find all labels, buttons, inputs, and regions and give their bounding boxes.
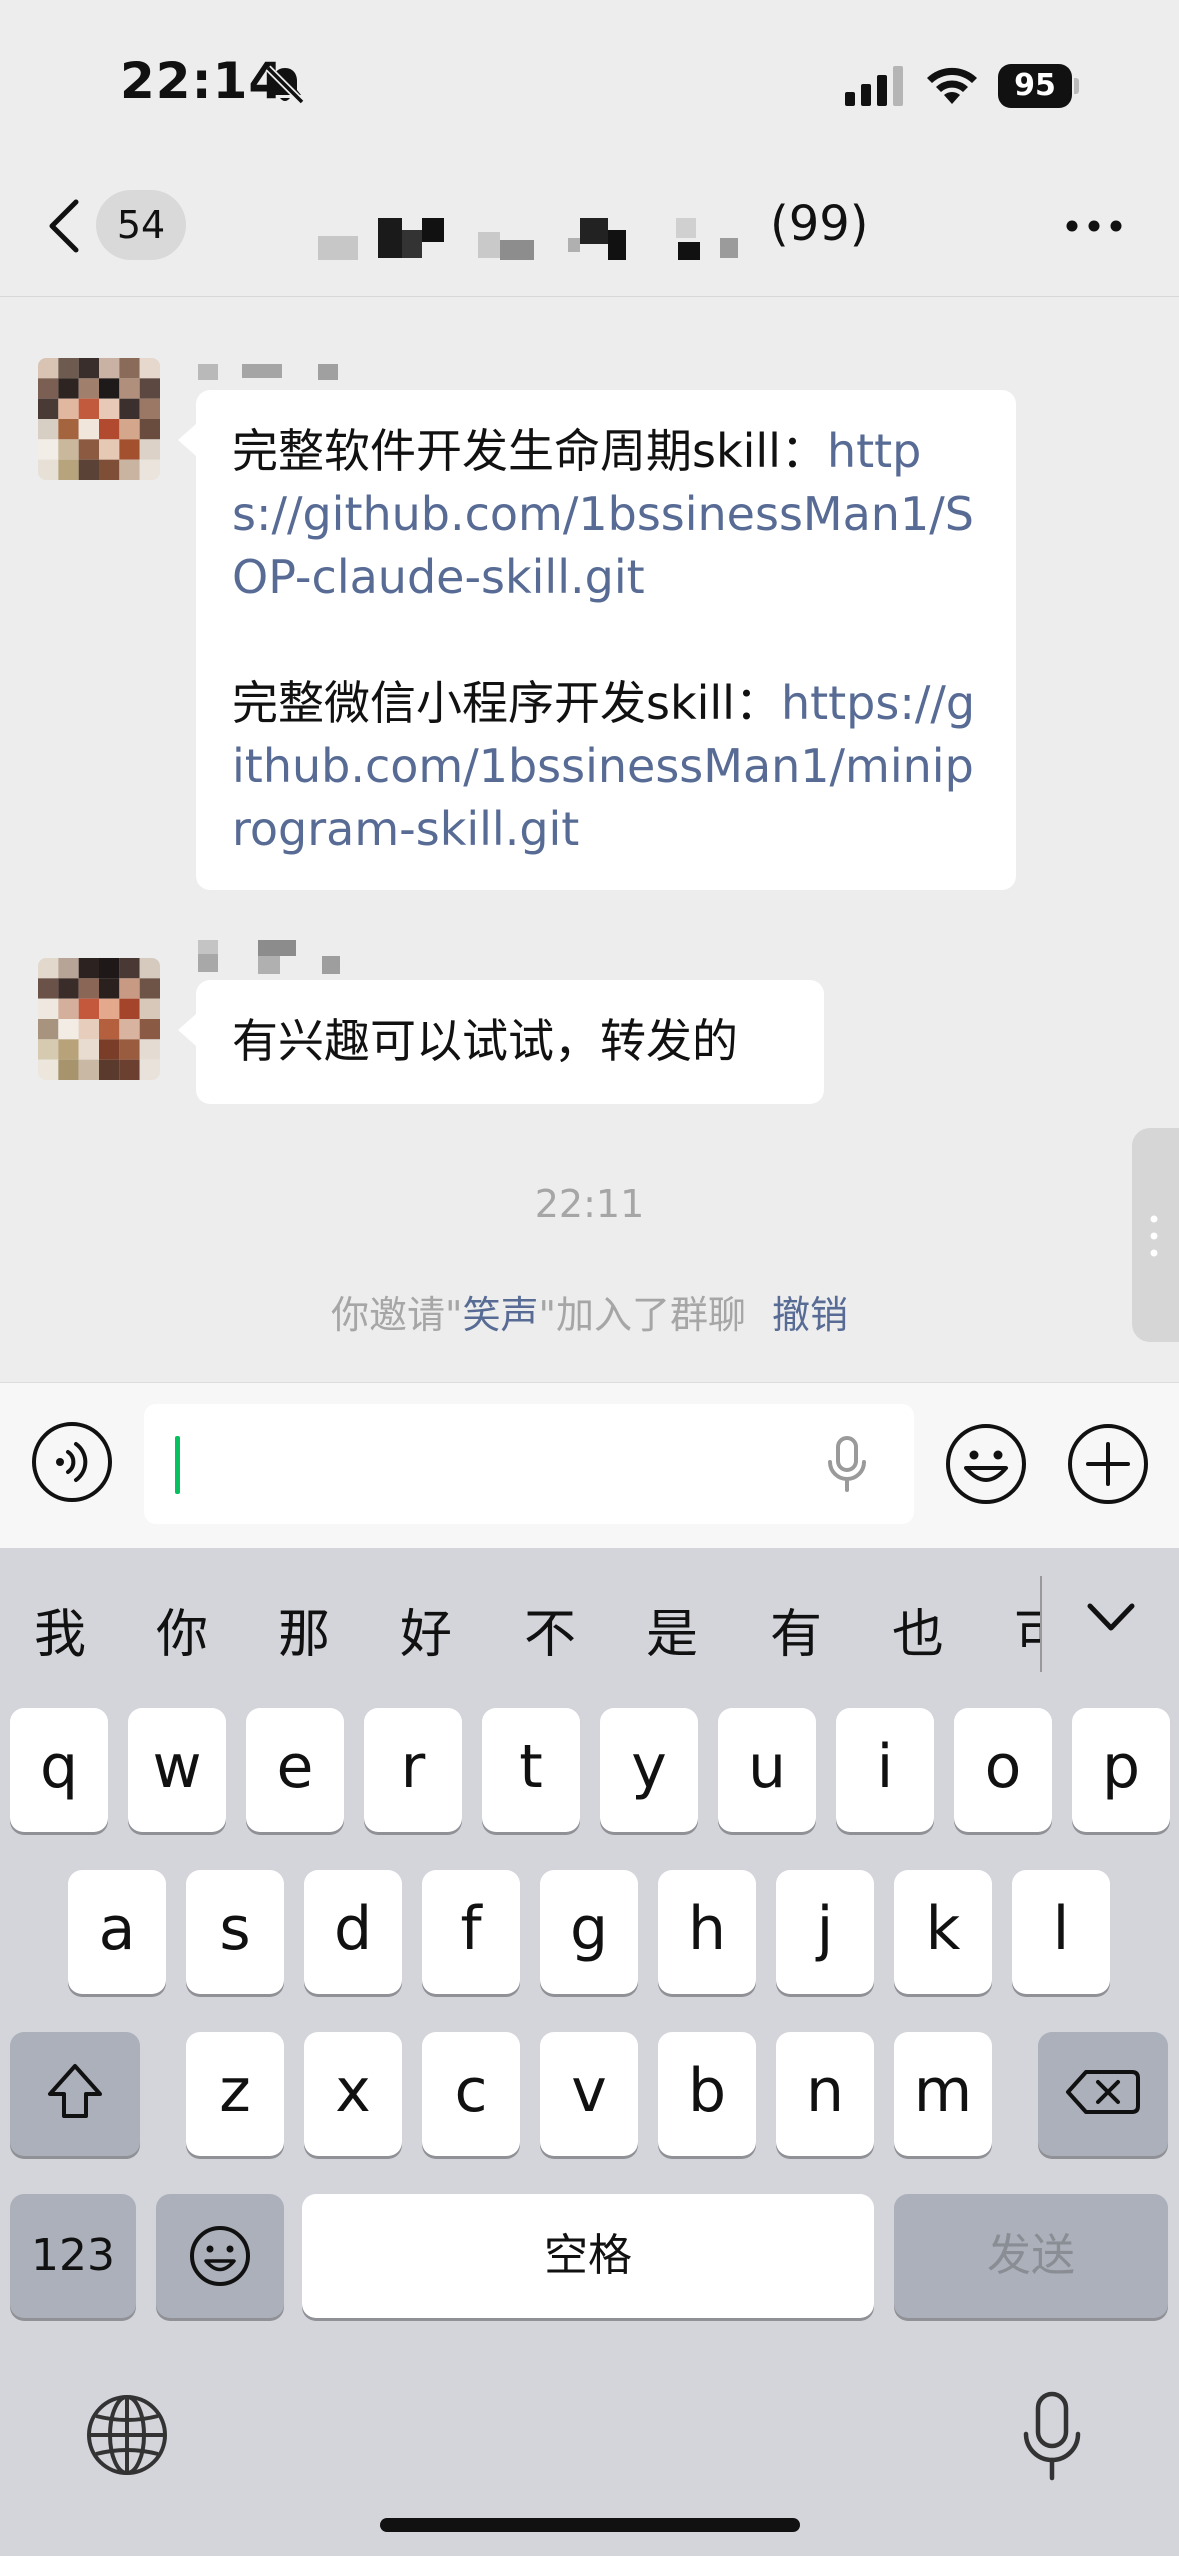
emoji-key[interactable] bbox=[156, 2194, 284, 2318]
candidate-word[interactable]: 好 bbox=[400, 1592, 452, 1667]
emoji-icon[interactable] bbox=[944, 1422, 1028, 1506]
pixelated-group-name bbox=[318, 218, 738, 260]
sender-avatar[interactable] bbox=[38, 958, 160, 1080]
key-a[interactable]: a bbox=[68, 1870, 166, 1994]
key-t[interactable]: t bbox=[482, 1708, 580, 1832]
key-h[interactable]: h bbox=[658, 1870, 756, 1994]
more-options-icon[interactable] bbox=[1064, 206, 1124, 246]
key-i[interactable]: i bbox=[836, 1708, 934, 1832]
home-indicator[interactable] bbox=[380, 2518, 800, 2532]
chat-title-member-count: (99) bbox=[770, 196, 869, 252]
wifi-icon bbox=[927, 67, 977, 104]
send-key[interactable]: 发送 bbox=[894, 2194, 1168, 2318]
shift-arrow-icon bbox=[48, 2064, 102, 2118]
key-q[interactable]: q bbox=[10, 1708, 108, 1832]
text-cursor bbox=[175, 1436, 180, 1494]
numbers-key[interactable]: 123 bbox=[10, 2194, 136, 2318]
battery-indicator: 95 bbox=[998, 64, 1080, 108]
delete-key[interactable] bbox=[1038, 2032, 1168, 2156]
key-l[interactable]: l bbox=[1012, 1870, 1110, 1994]
message-bubble[interactable]: 有兴趣可以试试，转发的 bbox=[178, 980, 824, 1104]
message-bubble[interactable]: 完整软件开发生命周期skill：https://github.com/1bssi… bbox=[178, 390, 1016, 890]
bell-slash-icon bbox=[265, 65, 305, 105]
key-y[interactable]: y bbox=[600, 1708, 698, 1832]
candidate-word[interactable]: 有 bbox=[770, 1592, 822, 1667]
candidate-divider bbox=[1040, 1576, 1042, 1672]
key-g[interactable]: g bbox=[540, 1870, 638, 1994]
battery-level: 95 bbox=[998, 64, 1072, 108]
key-v[interactable]: v bbox=[540, 2032, 638, 2156]
message-paragraph: 完整软件开发生命周期skill：https://github.com/1bssi… bbox=[232, 420, 980, 609]
invite-prefix: 你邀请" bbox=[331, 1293, 463, 1337]
add-attachment-icon[interactable] bbox=[1066, 1422, 1150, 1506]
emoji-face-icon bbox=[190, 2226, 250, 2286]
sender-name-pixelated bbox=[198, 940, 340, 974]
key-w[interactable]: w bbox=[128, 1708, 226, 1832]
key-o[interactable]: o bbox=[954, 1708, 1052, 1832]
vertical-dots-icon bbox=[1150, 1215, 1158, 1257]
timestamp-divider: 22:11 bbox=[534, 1182, 645, 1226]
key-j[interactable]: j bbox=[776, 1870, 874, 1994]
microphone-icon[interactable] bbox=[824, 1434, 870, 1494]
nav-divider bbox=[0, 296, 1179, 297]
voice-input-toggle-icon[interactable] bbox=[30, 1420, 114, 1504]
key-m[interactable]: m bbox=[894, 2032, 992, 2156]
key-p[interactable]: p bbox=[1072, 1708, 1170, 1832]
status-time: 22:14 bbox=[120, 52, 285, 110]
key-d[interactable]: d bbox=[304, 1870, 402, 1994]
candidate-word[interactable]: 那 bbox=[278, 1592, 330, 1667]
revoke-link[interactable]: 撤销 bbox=[772, 1293, 848, 1337]
sender-avatar[interactable] bbox=[38, 358, 160, 480]
candidate-word[interactable]: 你 bbox=[156, 1592, 208, 1667]
key-c[interactable]: c bbox=[422, 2032, 520, 2156]
key-s[interactable]: s bbox=[186, 1870, 284, 1994]
key-u[interactable]: u bbox=[718, 1708, 816, 1832]
back-chevron-icon[interactable] bbox=[46, 198, 82, 254]
backspace-icon bbox=[1066, 2070, 1140, 2114]
key-r[interactable]: r bbox=[364, 1708, 462, 1832]
message-text-input[interactable] bbox=[144, 1404, 914, 1524]
message-text: 有兴趣可以试试，转发的 bbox=[232, 1014, 738, 1068]
cellular-signal-icon bbox=[845, 66, 903, 106]
unread-count-badge[interactable]: 54 bbox=[96, 190, 186, 260]
key-k[interactable]: k bbox=[894, 1870, 992, 1994]
candidate-word[interactable]: 不 bbox=[524, 1592, 576, 1667]
chevron-down-icon[interactable] bbox=[1086, 1600, 1136, 1636]
space-key[interactable]: 空格 bbox=[302, 2194, 874, 2318]
key-e[interactable]: e bbox=[246, 1708, 344, 1832]
globe-icon[interactable] bbox=[84, 2392, 170, 2478]
message-text: 完整微信小程序开发skill： bbox=[232, 676, 781, 730]
key-z[interactable]: z bbox=[186, 2032, 284, 2156]
sender-name-pixelated bbox=[198, 364, 338, 380]
invited-member-name[interactable]: 笑声 bbox=[462, 1293, 538, 1337]
candidate-word[interactable]: 也 bbox=[892, 1592, 944, 1667]
side-drawer-handle[interactable] bbox=[1132, 1128, 1179, 1342]
system-invite-notice: 你邀请"笑声"加入了群聊 撤销 bbox=[0, 1284, 1179, 1339]
key-n[interactable]: n bbox=[776, 2032, 874, 2156]
key-x[interactable]: x bbox=[304, 2032, 402, 2156]
message-paragraph: 完整微信小程序开发skill：https://github.com/1bssin… bbox=[232, 672, 980, 861]
key-b[interactable]: b bbox=[658, 2032, 756, 2156]
candidate-word[interactable]: 我 bbox=[34, 1592, 86, 1667]
candidate-word[interactable]: 是 bbox=[646, 1592, 698, 1667]
key-f[interactable]: f bbox=[422, 1870, 520, 1994]
candidate-word-partial[interactable]: 可 bbox=[1014, 1592, 1040, 1667]
shift-key[interactable] bbox=[10, 2032, 140, 2156]
dictation-microphone-icon[interactable] bbox=[1020, 2388, 1084, 2484]
invite-suffix: "加入了群聊 bbox=[538, 1293, 746, 1337]
message-text: 完整软件开发生命周期skill： bbox=[232, 424, 827, 478]
